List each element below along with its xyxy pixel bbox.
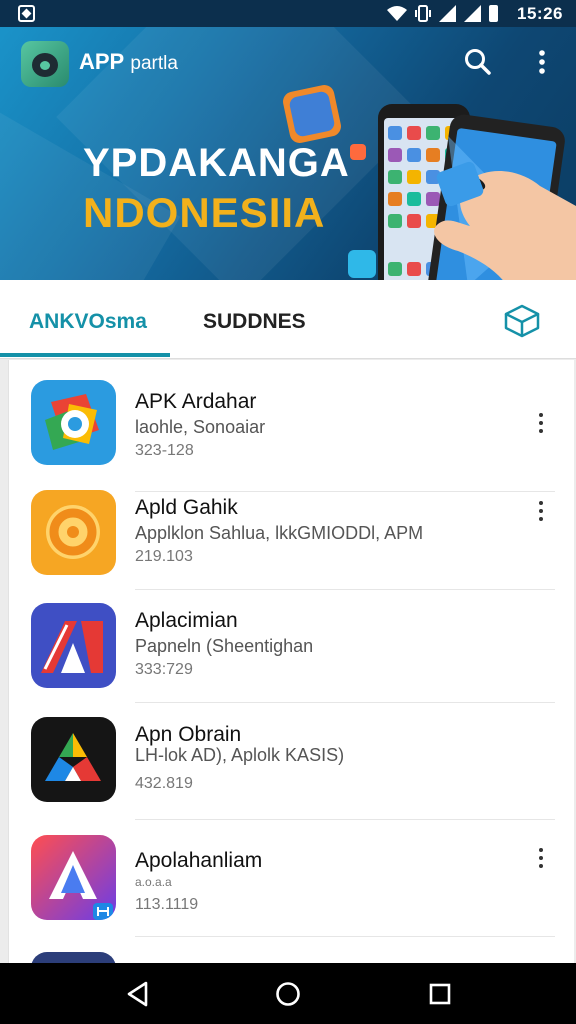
app-name-bold: APP bbox=[79, 49, 125, 74]
app-name: APP partla bbox=[79, 49, 178, 75]
wifi-icon bbox=[387, 6, 407, 21]
more-vert-icon[interactable] bbox=[531, 498, 551, 524]
app-list: APK Ardahar laohle, Sonoaiar 323-128 Apl… bbox=[8, 360, 574, 965]
app-title: Aplacimian bbox=[135, 609, 238, 632]
recents-icon[interactable] bbox=[426, 980, 454, 1008]
more-vert-icon[interactable] bbox=[531, 410, 551, 436]
status-time: 15:26 bbox=[517, 4, 563, 23]
app-subtitle: LH-lok AD), Aplolk KASIS) bbox=[135, 745, 345, 765]
app-icon-5 bbox=[31, 835, 116, 920]
app-icon-3 bbox=[31, 603, 116, 688]
list-item[interactable]: Aplacimian Papneln (Sheentighan 333:729 bbox=[9, 603, 574, 708]
app-logo[interactable] bbox=[21, 41, 69, 87]
app-icon-4 bbox=[31, 717, 116, 802]
app-meta: 333:729 bbox=[135, 661, 193, 678]
list-item[interactable]: Apolahanliam a.o.a.a 113.1119 bbox=[9, 835, 574, 940]
app-subtitle: a.o.a.a bbox=[135, 875, 172, 889]
app-title: Apld Gahik bbox=[135, 496, 238, 519]
list-divider bbox=[135, 819, 555, 820]
list-item[interactable]: Apld Gahik Applklon Sahlua, lkkGMIODDl, … bbox=[9, 490, 574, 595]
signal-icon bbox=[439, 5, 456, 22]
app-meta: 323-128 bbox=[135, 442, 194, 459]
tab-indicator bbox=[0, 353, 170, 357]
app-title: APK Ardahar bbox=[135, 390, 257, 413]
list-divider bbox=[135, 702, 555, 703]
app-icon-2 bbox=[31, 490, 116, 575]
app-subtitle: Papneln (Sheentighan bbox=[135, 636, 314, 656]
status-bar: 15:26 bbox=[0, 0, 576, 27]
battery-icon bbox=[489, 5, 498, 22]
header-banner: APP partla YPDAKANGA NDONESIIA bbox=[0, 27, 576, 280]
list-divider bbox=[135, 589, 555, 590]
nav-bar bbox=[0, 963, 576, 1024]
more-vert-icon[interactable] bbox=[531, 845, 551, 871]
phones-illustration bbox=[283, 85, 576, 280]
tab-suddnes[interactable]: SUDDNES bbox=[203, 310, 306, 334]
app-subtitle: Applklon Sahlua, lkkGMIODDl, APM bbox=[135, 523, 424, 543]
status-icons bbox=[387, 4, 498, 23]
app-subtitle: laohle, Sonoaiar bbox=[135, 417, 266, 437]
app-name-rest: partla bbox=[130, 53, 178, 74]
app-meta: 113.1119 bbox=[135, 896, 199, 913]
tab-bar: ANKVOsma SUDDNES bbox=[0, 280, 576, 359]
list-divider bbox=[135, 936, 555, 937]
app-title: Apolahanliam bbox=[135, 849, 263, 872]
app-meta: 219.103 bbox=[135, 548, 193, 565]
app-title: Apn Obrain bbox=[135, 723, 242, 746]
list-item[interactable]: Apn Obrain LH-lok AD), Aplolk KASIS) 432… bbox=[9, 717, 574, 822]
notification-icon bbox=[18, 5, 35, 22]
vibrate-icon bbox=[415, 5, 431, 22]
app-icon-1 bbox=[31, 380, 116, 465]
app-meta: 432.819 bbox=[135, 775, 193, 792]
back-icon[interactable] bbox=[124, 980, 152, 1008]
tab-ankvosma[interactable]: ANKVOsma bbox=[29, 310, 147, 334]
box-icon[interactable] bbox=[502, 302, 542, 340]
signal-icon-2 bbox=[464, 5, 481, 22]
home-icon[interactable] bbox=[274, 980, 302, 1008]
list-item[interactable]: APK Ardahar laohle, Sonoaiar 323-128 bbox=[9, 380, 574, 492]
